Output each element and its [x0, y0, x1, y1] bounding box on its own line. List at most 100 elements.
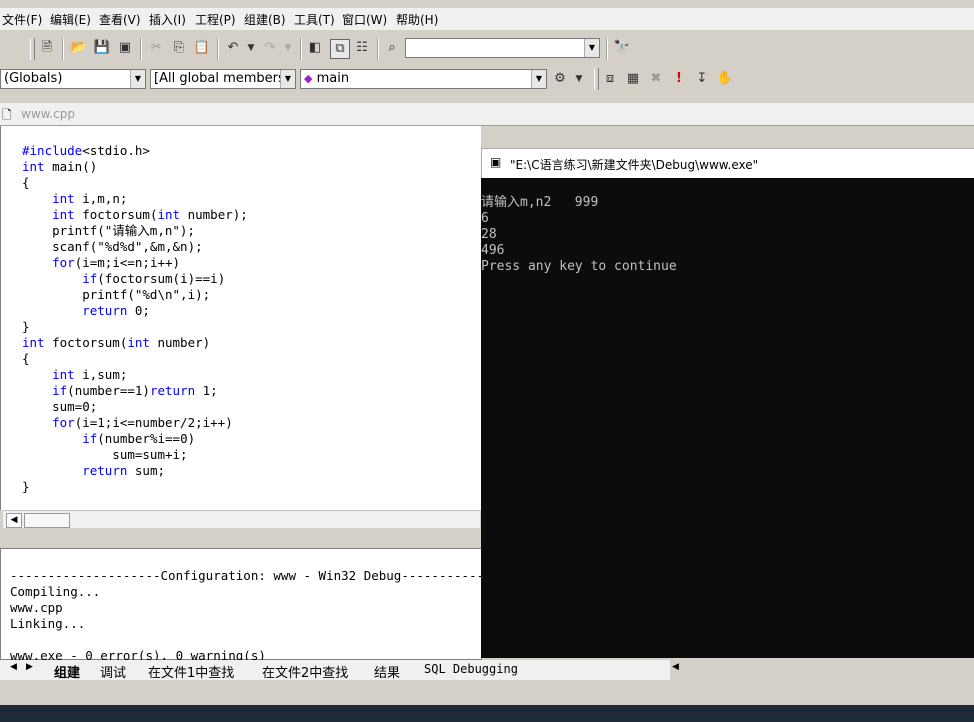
menu-view[interactable]: 查看(V): [99, 11, 141, 28]
compile-icon[interactable]: ⧈: [601, 70, 619, 88]
document-icon: 🗋: [2, 108, 12, 122]
scroll-left-icon[interactable]: ◀: [672, 662, 679, 672]
code-line: sum=sum+i;: [22, 447, 188, 462]
build-line: Linking...: [10, 616, 86, 631]
menu-edit[interactable]: 编辑(E): [50, 11, 91, 28]
copy-icon[interactable]: ⎘: [170, 39, 188, 57]
code-line: int i,sum;: [52, 367, 128, 382]
search-icon[interactable]: 🔭: [613, 39, 631, 57]
code-line: return 0;: [82, 303, 150, 318]
scope-combo[interactable]: (Globals) ▼: [0, 69, 146, 89]
console-line: Press any key to continue: [481, 259, 677, 274]
console-line: 28: [481, 227, 497, 242]
tab-find-in-files-2[interactable]: 在文件2中查找: [262, 662, 348, 681]
menu-project[interactable]: 工程(P): [195, 11, 236, 28]
code-line: int foctorsum(int number): [22, 335, 211, 350]
console-output: 请输入m,n2 999 6 28 496 Press any key to co…: [481, 179, 677, 275]
redo-icon[interactable]: ↷: [261, 39, 279, 57]
undo-dropdown-icon[interactable]: ▼: [242, 39, 260, 57]
code-line: if(foctorsum(i)==i): [82, 271, 226, 286]
tab-scroll-left-icon[interactable]: ◀: [10, 662, 17, 672]
console-window[interactable]: 请输入m,n2 999 6 28 496 Press any key to co…: [481, 178, 974, 658]
open-folder-icon[interactable]: 📂: [70, 39, 88, 57]
find-in-files-icon[interactable]: ⌕: [383, 39, 401, 57]
menu-build[interactable]: 组建(B): [244, 11, 286, 28]
scope-combo-value: (Globals): [4, 71, 63, 86]
console-line: 请输入m,n2 999: [481, 195, 599, 210]
save-icon[interactable]: 💾: [93, 39, 111, 57]
tab-find-in-files-1[interactable]: 在文件1中查找: [148, 662, 234, 681]
document-tab-bar: 🗋 www.cpp: [0, 103, 974, 126]
code-line: printf("请输入m,n");: [22, 223, 195, 238]
redo-dropdown-icon[interactable]: ▼: [279, 39, 297, 57]
build-line: Compiling...: [10, 584, 101, 599]
code-line: }: [22, 319, 30, 334]
console-title: "E:\C语言练习\新建文件夹\Debug\www.exe": [510, 158, 759, 172]
wizard-dropdown-icon[interactable]: ▼: [570, 70, 588, 88]
go-icon[interactable]: ↧: [693, 70, 711, 88]
toolbar-separator: [62, 38, 64, 60]
taskbar: [0, 705, 974, 722]
code-line: #include<stdio.h>: [22, 143, 150, 158]
tab-results[interactable]: 结果: [374, 662, 400, 681]
chevron-down-icon[interactable]: ▼: [130, 70, 145, 88]
wizard-actions-icon[interactable]: ⚙: [551, 70, 569, 88]
execute-icon[interactable]: !: [670, 70, 688, 88]
output-window-icon[interactable]: ⧉: [330, 39, 350, 59]
tab-scroll-right-icon[interactable]: ▶: [26, 662, 33, 672]
function-combo[interactable]: ◆ main ▼: [300, 69, 547, 89]
window-list-icon[interactable]: ☷: [353, 39, 371, 57]
menu-insert[interactable]: 插入(I): [149, 11, 186, 28]
members-combo[interactable]: [All global members ▼: [150, 69, 296, 89]
source-code[interactable]: #include<stdio.h> int main() { int i,m,n…: [22, 127, 248, 495]
chevron-down-icon[interactable]: ▼: [280, 70, 295, 88]
tab-debug[interactable]: 调试: [100, 662, 126, 681]
console-title-bar[interactable]: ▣ "E:\C语言练习\新建文件夹\Debug\www.exe": [481, 148, 974, 180]
console-line: 496: [481, 243, 505, 258]
menu-bar: 文件(F) 编辑(E) 查看(V) 插入(I) 工程(P) 组建(B) 工具(T…: [0, 8, 974, 30]
code-line: for(i=1;i<=number/2;i++): [52, 415, 233, 430]
code-line: {: [22, 351, 30, 366]
code-line: {: [22, 175, 30, 190]
toolbar-separator: [606, 38, 608, 60]
document-title[interactable]: www.cpp: [21, 107, 75, 121]
build-output-text: --------------------Configuration: www -…: [10, 552, 552, 664]
code-line: if(number==1)return 1;: [52, 383, 218, 398]
cut-icon[interactable]: ✂: [147, 39, 165, 57]
new-file-icon[interactable]: 🗎: [38, 39, 56, 57]
undo-icon[interactable]: ↶: [224, 39, 242, 57]
console-app-icon: ▣: [490, 155, 502, 169]
menu-tools[interactable]: 工具(T): [294, 11, 335, 28]
save-all-icon[interactable]: ▣: [116, 39, 134, 57]
scroll-thumb[interactable]: [24, 513, 70, 528]
code-line: if(number%i==0): [82, 431, 196, 446]
standard-toolbar: 🗎 📂 💾 ▣ ✂ ⎘ 📋 ↶ ▼ ↷ ▼ ◧ ⧉ ☷ ⌕ ▼ 🔭: [0, 34, 974, 64]
workspace-icon[interactable]: ◧: [306, 39, 324, 57]
scroll-left-icon[interactable]: ◀: [6, 513, 22, 528]
toolbar-grip[interactable]: [30, 38, 35, 60]
build-icon[interactable]: ▦: [624, 70, 642, 88]
toolbar-grip[interactable]: [594, 68, 599, 90]
build-line: www.cpp: [10, 600, 63, 615]
code-line: for(i=m;i<=n;i++): [52, 255, 181, 270]
build-line: --------------------Configuration: www -…: [10, 568, 552, 583]
tab-sql-debugging[interactable]: SQL Debugging: [424, 662, 518, 676]
chevron-down-icon[interactable]: ▼: [584, 39, 599, 57]
code-line: }: [22, 479, 30, 494]
code-editor[interactable]: #include<stdio.h> int main() { int i,m,n…: [0, 126, 481, 510]
tab-build[interactable]: 组建: [54, 662, 80, 681]
editor-horizontal-scrollbar[interactable]: ◀: [3, 510, 480, 528]
menu-window[interactable]: 窗口(W): [342, 11, 387, 28]
code-line: int foctorsum(int number);: [52, 207, 248, 222]
chevron-down-icon[interactable]: ▼: [531, 70, 546, 88]
menu-help[interactable]: 帮助(H): [396, 11, 438, 28]
breakpoint-hand-icon[interactable]: ✋: [716, 70, 734, 88]
wizard-bar: (Globals) ▼ [All global members ▼ ◆ main…: [0, 66, 974, 92]
menu-file[interactable]: 文件(F): [2, 11, 42, 28]
find-combo[interactable]: ▼: [405, 38, 600, 58]
build-output-panel[interactable]: --------------------Configuration: www -…: [0, 548, 552, 663]
stop-build-icon[interactable]: ✖: [647, 70, 665, 88]
toolbar-separator: [300, 38, 302, 60]
function-icon: ◆: [304, 72, 313, 85]
paste-icon[interactable]: 📋: [193, 39, 211, 57]
